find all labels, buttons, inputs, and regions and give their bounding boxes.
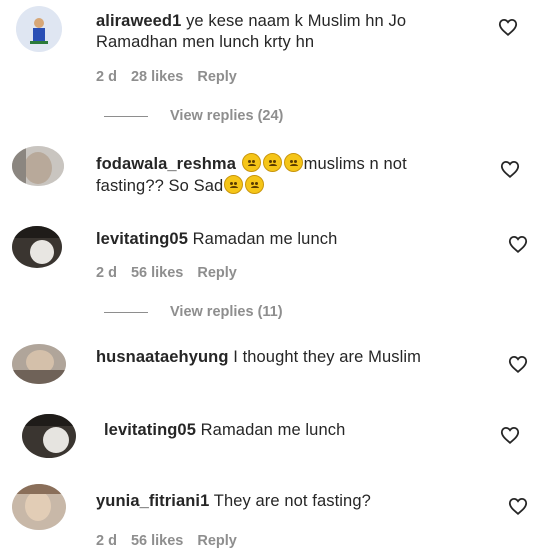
avatar[interactable] — [12, 146, 64, 186]
sad-face-emoji — [283, 153, 303, 172]
heart-icon[interactable] — [498, 18, 518, 36]
sad-face-emoji — [245, 175, 265, 194]
reply-button[interactable]: Reply — [197, 265, 237, 281]
comment-body: Ramadan me lunch — [187, 230, 338, 248]
avatar[interactable] — [22, 414, 76, 458]
reply-button[interactable]: Reply — [197, 533, 237, 549]
avatar[interactable] — [12, 484, 66, 530]
comment-username[interactable]: yunia_fitriani1 — [96, 492, 209, 510]
view-replies-label: View replies (24) — [170, 108, 284, 124]
comment-meta: 2 d 28 likes Reply — [96, 69, 251, 85]
comment-body: I thought they are Muslim — [228, 348, 421, 366]
heart-icon[interactable] — [500, 426, 520, 444]
comment-username[interactable]: levitating05 — [96, 230, 188, 248]
comment-username[interactable]: levitating05 — [104, 421, 196, 439]
avatar[interactable] — [16, 6, 62, 52]
comment-text: levitating05 Ramadan me lunch — [104, 420, 484, 441]
comment-body-prefix — [236, 155, 241, 173]
comment-likes[interactable]: 28 likes — [131, 69, 183, 85]
comment-time: 2 d — [96, 265, 117, 281]
comment-meta: 2 d 56 likes Reply — [96, 533, 251, 549]
reply-button[interactable]: Reply — [197, 69, 237, 85]
sad-face-emoji — [241, 153, 261, 172]
heart-icon[interactable] — [508, 235, 528, 253]
divider-line — [104, 115, 148, 117]
sad-face-emoji — [224, 175, 244, 194]
comment-likes[interactable]: 56 likes — [131, 533, 183, 549]
view-replies-label: View replies (11) — [170, 304, 283, 320]
view-replies-button[interactable]: View replies (11) — [104, 304, 283, 320]
avatar[interactable] — [12, 344, 66, 384]
comment-time: 2 d — [96, 69, 117, 85]
comment-time: 2 d — [96, 533, 117, 549]
view-replies-button[interactable]: View replies (24) — [104, 108, 283, 124]
comment-text: husnaataehyung I thought they are Muslim — [96, 347, 496, 368]
heart-icon[interactable] — [508, 355, 528, 373]
comment-text: yunia_fitriani1 They are not fasting? — [96, 491, 496, 512]
comment-text: fodawala_reshma muslims n not fasting?? … — [96, 153, 476, 197]
comment-text: levitating05 Ramadan me lunch — [96, 229, 476, 250]
heart-icon[interactable] — [500, 160, 520, 178]
comment-text: aliraweed1 ye kese naam k Muslim hn Jo R… — [96, 11, 436, 53]
comment-username[interactable]: fodawala_reshma — [96, 155, 236, 173]
avatar[interactable] — [12, 226, 62, 268]
comment-body: Ramadan me lunch — [195, 421, 346, 439]
comment-meta: 2 d 56 likes Reply — [96, 265, 251, 281]
comment-likes[interactable]: 56 likes — [131, 265, 183, 281]
comment-body: They are not fasting? — [209, 492, 371, 510]
comment-username[interactable]: aliraweed1 — [96, 12, 181, 30]
heart-icon[interactable] — [508, 497, 528, 515]
divider-line — [104, 311, 148, 313]
sad-face-emoji — [262, 153, 282, 172]
comment-username[interactable]: husnaataehyung — [96, 348, 229, 366]
